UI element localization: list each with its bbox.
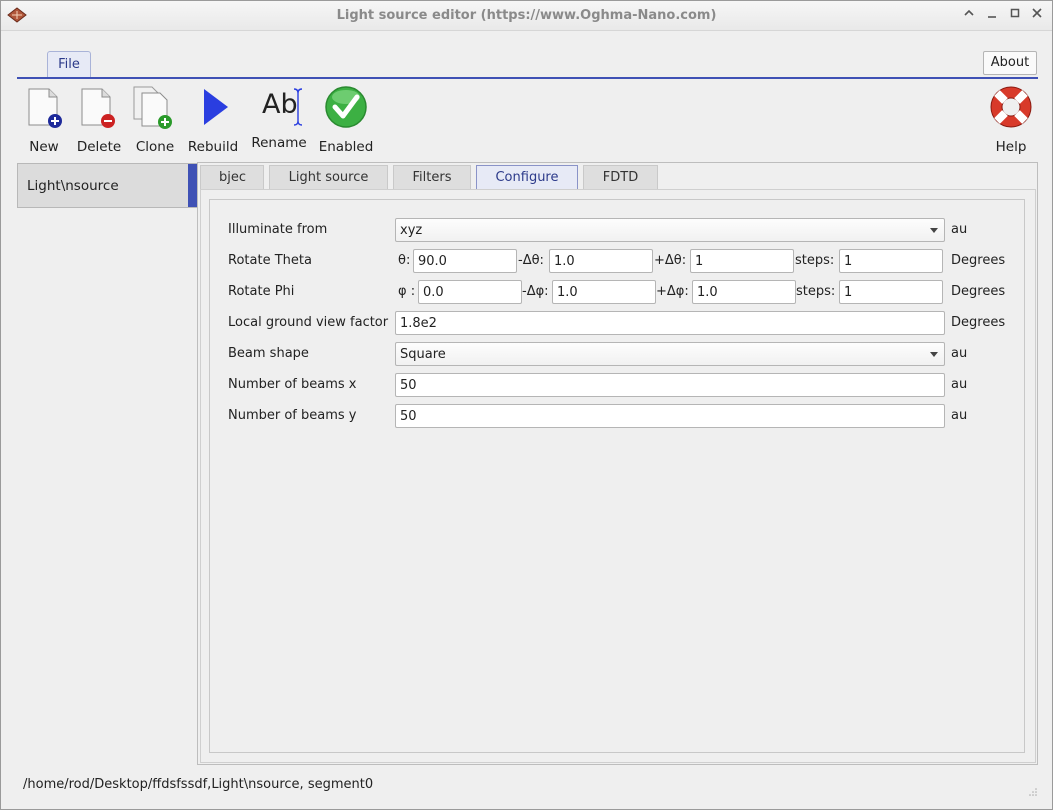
rename-text-icon: Ab <box>254 85 304 131</box>
clone-label: Clone <box>135 139 175 155</box>
title-bar: Light source editor (https://www.Oghma-N… <box>1 1 1052 31</box>
tab-configure[interactable]: Configure <box>476 165 578 191</box>
theta-steps-label: steps: <box>795 253 835 268</box>
beams-x-input[interactable]: 50 <box>395 373 945 397</box>
theta-plus-label: +Δθ: <box>654 253 687 268</box>
editor-window: Light source editor (https://www.Oghma-N… <box>0 0 1053 810</box>
maximize-button[interactable] <box>1006 7 1024 25</box>
status-path: /home/rod/Desktop/ffdsfssdf,Light\nsourc… <box>23 777 374 792</box>
tab-fdtd[interactable]: FDTD <box>583 165 658 190</box>
illuminate-from-select[interactable]: xyz <box>395 218 945 242</box>
rotate-theta-unit: Degrees <box>951 253 1006 268</box>
chevron-down-icon <box>930 228 938 233</box>
lifebuoy-icon <box>990 86 1032 128</box>
source-list[interactable]: Light\nsource <box>17 163 198 208</box>
resize-grip-icon[interactable] <box>1028 787 1038 797</box>
delete-document-icon <box>81 88 115 128</box>
help-button[interactable]: Help <box>988 85 1034 155</box>
tab-object[interactable]: bjec <box>200 165 264 190</box>
chevron-up-icon <box>964 9 974 16</box>
phi-prefix: φ : <box>398 284 416 299</box>
illuminate-from-unit: au <box>951 222 968 237</box>
phi-plus-label: +Δφ: <box>656 284 689 299</box>
play-icon <box>204 89 228 125</box>
minimize-icon <box>988 16 996 18</box>
delete-label: Delete <box>76 139 122 155</box>
file-tab[interactable]: File <box>47 51 91 78</box>
new-button[interactable]: New <box>23 85 65 155</box>
clone-button[interactable]: Clone <box>132 85 178 155</box>
rotate-phi-unit: Degrees <box>951 284 1006 299</box>
rotate-theta-label: Rotate Theta <box>228 253 312 268</box>
beam-shape-unit: au <box>951 346 968 361</box>
clone-document-icon <box>133 86 172 129</box>
checkmark-icon <box>325 86 367 128</box>
minimize-button[interactable] <box>983 7 1001 25</box>
rebuild-button[interactable]: Rebuild <box>187 85 239 155</box>
shade-button[interactable] <box>960 7 978 25</box>
illuminate-from-label: Illuminate from <box>228 222 328 237</box>
theta-prefix: θ: <box>398 253 411 268</box>
help-label: Help <box>995 139 1027 155</box>
new-document-icon <box>28 88 62 128</box>
beam-shape-select[interactable]: Square <box>395 342 945 366</box>
illuminate-from-value: xyz <box>400 223 423 238</box>
chevron-down-icon <box>930 352 938 357</box>
phi-steps-input[interactable]: 1 <box>839 280 943 304</box>
new-label: New <box>29 139 59 155</box>
beams-y-label: Number of beams y <box>228 408 357 423</box>
maximize-icon <box>1010 8 1020 18</box>
rebuild-label: Rebuild <box>187 139 239 155</box>
beams-y-unit: au <box>951 408 968 423</box>
close-button[interactable] <box>1028 7 1046 25</box>
window-title: Light source editor (https://www.Oghma-N… <box>336 8 717 23</box>
beams-y-input[interactable]: 50 <box>395 404 945 428</box>
phi-input[interactable]: 0.0 <box>418 280 522 304</box>
ground-view-unit: Degrees <box>951 315 1006 330</box>
close-icon <box>1032 8 1042 18</box>
theta-plus-input[interactable]: 1 <box>690 249 794 273</box>
rotate-phi-label: Rotate Phi <box>228 284 295 299</box>
tab-light-source[interactable]: Light source <box>269 165 388 190</box>
phi-steps-label: steps: <box>796 284 836 299</box>
phi-minus-label: -Δφ: <box>522 284 549 299</box>
list-item[interactable]: Light\nsource <box>27 178 119 194</box>
theta-steps-input[interactable]: 1 <box>839 249 943 273</box>
beams-x-unit: au <box>951 377 968 392</box>
beam-shape-value: Square <box>400 347 446 362</box>
phi-minus-input[interactable]: 1.0 <box>552 280 656 304</box>
phi-plus-input[interactable]: 1.0 <box>692 280 796 304</box>
enabled-button[interactable]: Enabled <box>318 85 374 155</box>
tab-filters[interactable]: Filters <box>393 165 471 190</box>
ribbon-divider <box>17 77 1038 79</box>
enabled-label: Enabled <box>318 139 374 155</box>
theta-input[interactable]: 90.0 <box>413 249 517 273</box>
delete-button[interactable]: Delete <box>75 85 123 155</box>
about-button[interactable]: About <box>983 51 1037 75</box>
beams-x-label: Number of beams x <box>228 377 357 392</box>
ground-view-label: Local ground view factor <box>228 315 389 330</box>
rename-label: Rename <box>251 135 307 151</box>
theta-minus-label: -Δθ: <box>518 253 544 268</box>
ground-view-input[interactable]: 1.8e2 <box>395 311 945 335</box>
theta-minus-input[interactable]: 1.0 <box>549 249 653 273</box>
beam-shape-label: Beam shape <box>228 346 309 361</box>
rename-button[interactable]: Ab Rename <box>249 85 309 151</box>
selection-accent <box>188 164 197 207</box>
